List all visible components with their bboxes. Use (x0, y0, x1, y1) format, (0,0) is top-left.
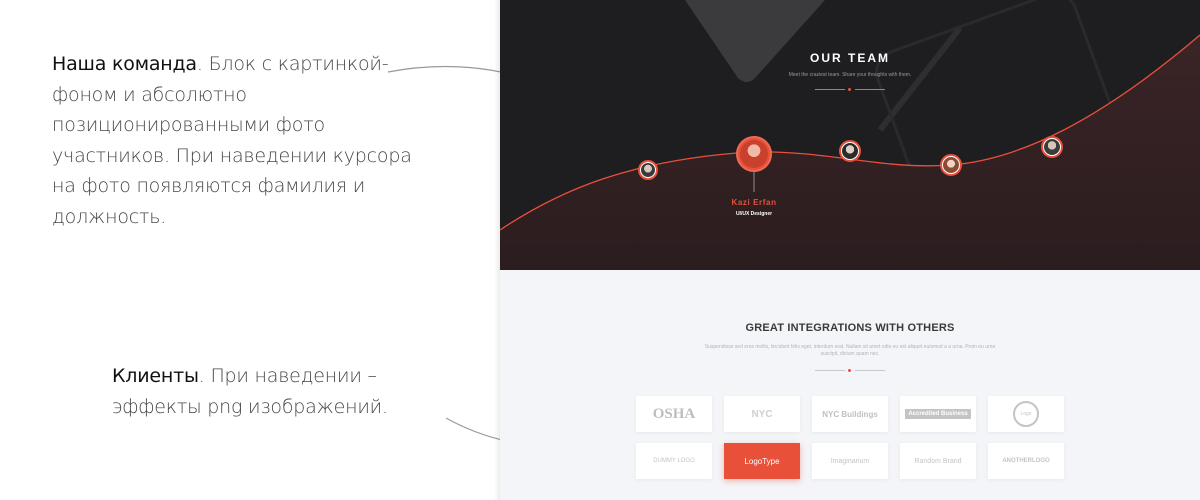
integrations-title: GREAT INTEGRATIONS WITH OTHERS (745, 322, 955, 334)
logo-card-dummy[interactable]: DUMMY LOGO (636, 443, 712, 479)
integrations-separator-right (855, 370, 885, 371)
team-member-avatar[interactable] (1041, 136, 1063, 158)
website-preview: OUR TEAM Meet the craziest team. Share y… (500, 0, 1200, 500)
team-member-avatar[interactable] (940, 154, 962, 176)
integrations-subtitle: Suspendisse sed eros mollis, tincidunt f… (704, 344, 996, 357)
logo-card-seal[interactable]: Logo (988, 396, 1064, 432)
member-role: UI/UX Designer (735, 211, 773, 217)
logo-osha: OSHA (652, 405, 696, 422)
logo-card-logotype[interactable]: LogoType (724, 443, 800, 479)
logo-card-accredited[interactable]: Accredited Business (900, 396, 976, 432)
integrations-separator-left (815, 370, 845, 371)
team-member-avatar[interactable] (839, 140, 861, 162)
avatar-photo (641, 163, 655, 177)
avatar-photo (943, 157, 959, 173)
logo-nyc: NYC (751, 408, 773, 420)
team-separator-right (855, 89, 885, 90)
logo-card-nyc[interactable]: NYC (724, 396, 800, 432)
avatar-photo (740, 140, 768, 168)
logo-dummy: DUMMY LOGO (653, 458, 695, 464)
logo-imaginarium: Imaginarium (830, 457, 870, 465)
member-name: Kazi Erfan (731, 198, 777, 207)
integrations-separator-dot (848, 369, 851, 372)
logo-card-nyc-buildings[interactable]: NYC Buildings (812, 396, 888, 432)
team-title: OUR TEAM (810, 51, 890, 65)
logo-accredited: Accredited Business (905, 409, 971, 419)
logo-seal: Logo (1013, 401, 1039, 427)
logo-card-random-brand[interactable]: Random Brand (900, 443, 976, 479)
logo-nyc-buildings: NYC Buildings (822, 409, 878, 419)
team-separator-dot (848, 88, 851, 91)
logo-anotherlogo: ANOTHERLOGO (1002, 458, 1050, 464)
avatar-photo (842, 143, 858, 159)
team-subtitle: Meet the craziest team. Share your thoug… (788, 72, 912, 78)
avatar-photo (1044, 139, 1060, 155)
logo-logotype: LogoType (744, 456, 780, 466)
logo-card-imaginarium[interactable]: Imaginarium (812, 443, 888, 479)
team-separator-left (815, 89, 845, 90)
logo-random-brand: Random Brand (914, 457, 962, 465)
logo-card-osha[interactable]: OSHA (636, 396, 712, 432)
logo-card-anotherlogo[interactable]: ANOTHERLOGO (988, 443, 1064, 479)
team-member-avatar-active[interactable] (736, 136, 772, 172)
team-background (500, 0, 1200, 270)
team-section: OUR TEAM Meet the craziest team. Share y… (500, 0, 1200, 270)
team-member-avatar[interactable] (638, 160, 658, 180)
